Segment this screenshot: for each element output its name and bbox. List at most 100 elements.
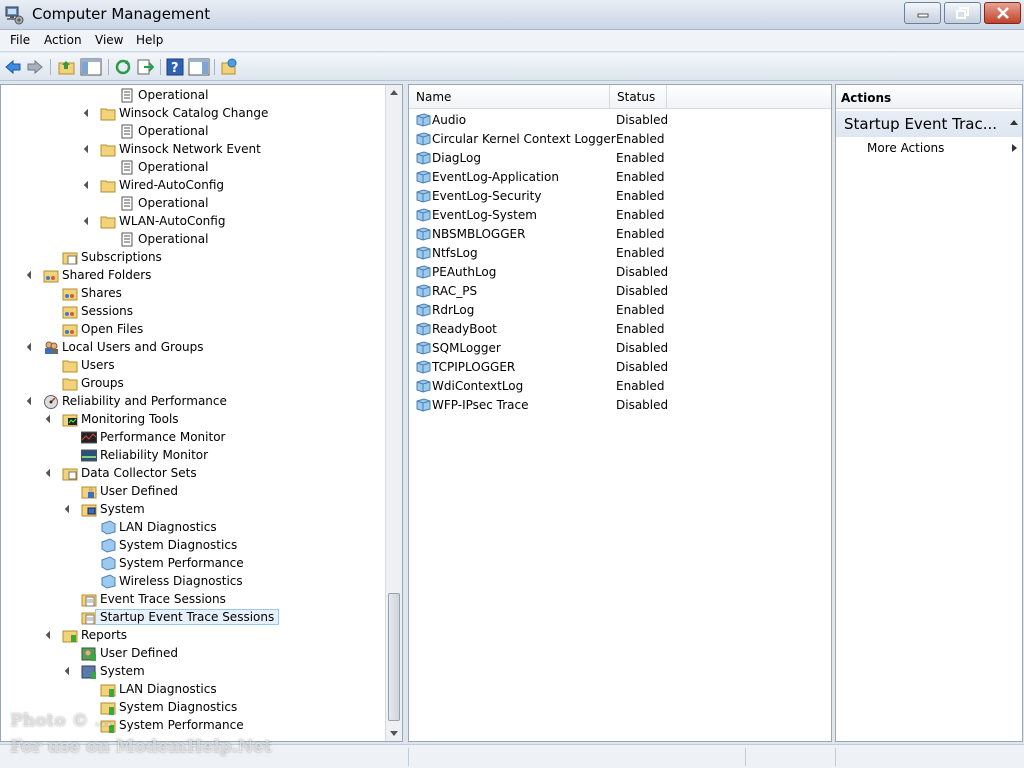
tree-item[interactable]: System Diagnostics	[1, 699, 387, 717]
list-item[interactable]: PEAuthLog Disabled	[409, 263, 831, 282]
tree-item[interactable]: User Defined	[1, 483, 387, 501]
list-item-name: DiagLog	[432, 151, 481, 165]
properties-icon[interactable]	[220, 58, 238, 76]
tree-item[interactable]: Groups	[1, 375, 387, 393]
tree-item[interactable]: Local Users and Groups	[1, 339, 387, 357]
tree-item[interactable]: Event Trace Sessions	[1, 591, 387, 609]
list-item[interactable]: EventLog-Security Enabled	[409, 187, 831, 206]
menu-help[interactable]: Help	[136, 33, 163, 47]
tree-item[interactable]: System Performance	[1, 555, 387, 573]
minimize-button[interactable]	[904, 2, 941, 24]
tree-expander-icon[interactable]	[45, 630, 55, 640]
tree-expander-icon[interactable]	[26, 396, 36, 406]
list-item[interactable]: EventLog-Application Enabled	[409, 168, 831, 187]
shared-folder-icon	[62, 286, 78, 301]
tree-expander-icon[interactable]	[45, 468, 55, 478]
tree-item[interactable]: Monitoring Tools	[1, 411, 387, 429]
show-hide-console-tree-icon[interactable]	[80, 58, 102, 76]
list-item[interactable]: TCPIPLOGGER Disabled	[409, 358, 831, 377]
help-icon[interactable]: ?	[166, 58, 184, 76]
trace-session-icon	[416, 132, 431, 146]
scroll-up-icon[interactable]	[390, 90, 398, 95]
list-item[interactable]: NtfsLog Enabled	[409, 244, 831, 263]
tree-item[interactable]: Winsock Catalog Change	[1, 105, 387, 123]
tree-expander-icon[interactable]	[83, 180, 93, 190]
tree-item[interactable]: System	[1, 663, 387, 681]
tree-expander-icon[interactable]	[83, 144, 93, 154]
tree-item[interactable]: Operational	[1, 195, 387, 213]
tree-item[interactable]: Reliability and Performance	[1, 393, 387, 411]
scroll-thumb[interactable]	[388, 593, 400, 721]
tree-item[interactable]: Winsock Network Event	[1, 141, 387, 159]
show-hide-action-pane-icon[interactable]	[188, 58, 210, 76]
more-actions-link[interactable]: More Actions	[867, 141, 944, 155]
tree-expander-icon[interactable]	[64, 666, 74, 676]
tree-item[interactable]: Performance Monitor	[1, 429, 387, 447]
tree-item[interactable]: Operational	[1, 123, 387, 141]
tree-item[interactable]: Shared Folders	[1, 267, 387, 285]
tree-item[interactable]: System Performance	[1, 717, 387, 735]
tree-item[interactable]: LAN Diagnostics	[1, 681, 387, 699]
list-item[interactable]: EventLog-System Enabled	[409, 206, 831, 225]
tree-item-label-selected: Startup Event Trace Sessions	[95, 609, 280, 625]
list-item[interactable]: DiagLog Enabled	[409, 149, 831, 168]
tree-expander-icon[interactable]	[26, 342, 36, 352]
restore-button[interactable]	[944, 2, 981, 24]
actions-group-header[interactable]: Startup Event Trac...	[836, 111, 1022, 137]
trace-session-icon	[416, 379, 431, 393]
tree-item[interactable]: Subscriptions	[1, 249, 387, 267]
list-item[interactable]: NBSMBLOGGER Enabled	[409, 225, 831, 244]
data-collector-icon	[62, 466, 78, 481]
menu-view[interactable]: View	[95, 33, 123, 47]
tree-item-label: Users	[81, 358, 115, 372]
tree-item[interactable]: Data Collector Sets	[1, 465, 387, 483]
tree-item[interactable]: Open Files	[1, 321, 387, 339]
window-title: Computer Management	[32, 5, 211, 23]
tree-expander-icon[interactable]	[26, 270, 36, 280]
column-header-status[interactable]: Status	[610, 85, 667, 109]
back-icon[interactable]	[4, 58, 22, 76]
tree-expander-icon[interactable]	[83, 108, 93, 118]
tree-item[interactable]: Reliability Monitor	[1, 447, 387, 465]
tree-item[interactable]: Operational	[1, 159, 387, 177]
menu-file[interactable]: File	[10, 33, 30, 47]
list-item[interactable]: Audio Disabled	[409, 111, 831, 130]
forward-icon[interactable]	[26, 58, 44, 76]
list-item[interactable]: Circular Kernel Context Logger Enabled	[409, 130, 831, 149]
tree-item[interactable]: Shares	[1, 285, 387, 303]
tree-item[interactable]: Wireless Diagnostics	[1, 573, 387, 591]
export-list-icon[interactable]	[136, 58, 155, 76]
tree-item[interactable]: User Defined	[1, 645, 387, 663]
menu-action[interactable]: Action	[44, 33, 82, 47]
column-header-name[interactable]: Name	[409, 85, 610, 109]
scroll-down-icon[interactable]	[390, 731, 398, 736]
close-button[interactable]	[984, 2, 1021, 24]
list-item[interactable]: ReadyBoot Enabled	[409, 320, 831, 339]
tree-item[interactable]: Operational	[1, 231, 387, 249]
list-item[interactable]: RAC_PS Disabled	[409, 282, 831, 301]
console-tree[interactable]: Operational Winsock Catalog Change Operati…	[0, 84, 403, 742]
tree-item[interactable]: Wired-AutoConfig	[1, 177, 387, 195]
status-bar	[0, 744, 1024, 768]
list-item[interactable]: WFP-IPsec Trace Disabled	[409, 396, 831, 415]
tree-item[interactable]: WLAN-AutoConfig	[1, 213, 387, 231]
tree-item[interactable]: System	[1, 501, 387, 519]
tree-item[interactable]: System Diagnostics	[1, 537, 387, 555]
up-folder-icon[interactable]	[58, 58, 76, 76]
list-item[interactable]: WdiContextLog Enabled	[409, 377, 831, 396]
tree-item[interactable]: Operational	[1, 87, 387, 105]
tree-expander-icon[interactable]	[64, 504, 74, 514]
results-list[interactable]: Name Status Audio Disabled Circular Kernel…	[408, 84, 832, 742]
tree-expander-icon[interactable]	[45, 414, 55, 424]
tree-item[interactable]: Sessions	[1, 303, 387, 321]
tree-item[interactable]: Users	[1, 357, 387, 375]
tree-item[interactable]: LAN Diagnostics	[1, 519, 387, 537]
collapse-icon[interactable]	[1010, 120, 1018, 125]
refresh-icon[interactable]	[114, 58, 132, 76]
tree-expander-icon[interactable]	[83, 216, 93, 226]
tree-item[interactable]: Startup Event Trace Sessions	[1, 609, 387, 627]
tree-scrollbar[interactable]	[385, 85, 402, 741]
list-item[interactable]: SQMLogger Disabled	[409, 339, 831, 358]
list-item[interactable]: RdrLog Enabled	[409, 301, 831, 320]
tree-item[interactable]: Reports	[1, 627, 387, 645]
